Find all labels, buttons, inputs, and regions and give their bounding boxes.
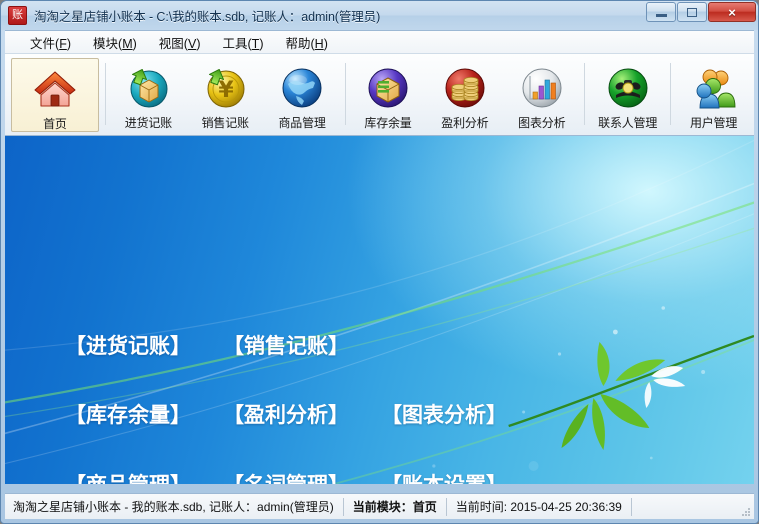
menu-mnemonic-file: F: [59, 36, 67, 51]
toolbar-label-users: 用户管理: [689, 116, 738, 130]
home-link-profit[interactable]: 【盈利分析】: [223, 399, 349, 429]
app-ledger-icon: 账: [8, 6, 27, 25]
status-current-time: 当前时间: 2015-04-25 20:36:39: [447, 497, 632, 516]
menu-item-module[interactable]: 模块(M): [82, 31, 148, 54]
menu-label-file: 文件: [30, 36, 56, 51]
toolbar-button-purchase[interactable]: 进货记账: [110, 57, 187, 135]
bar-chart-icon: [518, 64, 566, 112]
menu-bar: 文件(F) 模块(M) 视图(V) 工具(T) 帮助(H): [5, 30, 754, 54]
toolbar-separator: [104, 63, 106, 125]
menu-mnemonic-help: H: [314, 36, 324, 51]
home-link-settings[interactable]: 【账本设置】: [381, 469, 507, 484]
home-link-grid: 【进货记账】 【销售记账】 【库存余量】 【盈利分析】 【图表分析】 【商品管理…: [5, 136, 754, 484]
toolbar-label-profit: 盈利分析: [441, 116, 489, 130]
menu-item-file[interactable]: 文件(F): [19, 31, 82, 54]
menu-label-tools: 工具: [222, 36, 248, 51]
application-window: 账 淘淘之星店铺小账本 - C:\我的账本.sdb, 记账人：admin(管理员…: [0, 0, 759, 524]
toolbar-button-sales[interactable]: ¥ 销售记账: [187, 57, 264, 135]
maximize-icon: [687, 7, 697, 17]
toolbar-label-inventory: 库存余量: [364, 116, 412, 130]
home-link-inventory[interactable]: 【库存余量】: [65, 399, 191, 429]
window-title: 淘淘之星店铺小账本 - C:\我的账本.sdb, 记账人：admin(管理员): [34, 10, 381, 24]
home-link-purchase[interactable]: 【进货记账】: [65, 330, 191, 360]
resize-grip-icon[interactable]: [739, 505, 751, 517]
menu-item-view[interactable]: 视图(V): [148, 31, 212, 54]
menu-label-view: 视图: [158, 36, 184, 51]
home-content-area: 【进货记账】 【销售记账】 【库存余量】 【盈利分析】 【图表分析】 【商品管理…: [5, 136, 754, 484]
menu-mnemonic-view: V: [187, 36, 197, 51]
home-link-chart[interactable]: 【图表分析】: [381, 399, 507, 429]
toolbar-button-inventory[interactable]: 库存余量: [350, 57, 427, 135]
inventory-box-icon: [364, 64, 412, 112]
house-icon: [31, 65, 79, 113]
svg-text:¥: ¥: [219, 78, 235, 103]
menu-label-help: 帮助: [285, 36, 311, 51]
maximize-button[interactable]: [677, 2, 707, 22]
menu-mnemonic-module: M: [122, 36, 133, 51]
toolbar-button-home[interactable]: 首页: [11, 58, 99, 132]
menu-item-tools[interactable]: 工具(T): [211, 31, 274, 54]
toolbar-label-contacts: 联系人管理: [598, 116, 658, 130]
status-current-module: 当前模块：首页: [344, 497, 447, 516]
close-icon: ×: [728, 4, 736, 20]
toolbar-separator: [670, 63, 672, 125]
menu-item-help[interactable]: 帮助(H): [274, 31, 338, 54]
toolbar-label-home: 首页: [43, 117, 67, 131]
status-file-info: 淘淘之星店铺小账本 - 我的账本.sdb, 记账人：admin(管理员): [5, 497, 344, 516]
home-link-goods[interactable]: 【商品管理】: [65, 469, 191, 484]
purchase-box-arrow-icon: [124, 64, 172, 112]
toolbar-separator: [584, 63, 586, 125]
toolbar: 首页 进货记账 ¥ 销售记账 商品管理 库存余量 盈利分析 图表分析 联系人管理…: [5, 54, 754, 136]
toolbar-button-users[interactable]: 用户管理: [675, 57, 752, 135]
toolbar-button-contacts[interactable]: 联系人管理: [589, 57, 666, 135]
toolbar-button-chart[interactable]: 图表分析: [503, 57, 580, 135]
toolbar-separator: [344, 63, 346, 125]
coin-stack-icon: [441, 64, 489, 112]
home-link-terms[interactable]: 【名词管理】: [223, 469, 349, 484]
toolbar-label-goods: 商品管理: [278, 116, 326, 130]
home-link-sales[interactable]: 【销售记账】: [223, 330, 349, 360]
close-button[interactable]: ×: [708, 2, 756, 22]
yen-coin-arrow-icon: ¥: [201, 64, 249, 112]
menu-label-module: 模块: [93, 36, 119, 51]
globe-icon: [278, 64, 326, 112]
title-bar[interactable]: 账 淘淘之星店铺小账本 - C:\我的账本.sdb, 记账人：admin(管理员…: [1, 1, 758, 30]
toolbar-label-sales: 销售记账: [201, 116, 249, 130]
users-icon: [690, 64, 738, 112]
toolbar-button-profit[interactable]: 盈利分析: [426, 57, 503, 135]
toolbar-button-goods[interactable]: 商品管理: [264, 57, 341, 135]
window-controls: ×: [646, 2, 756, 22]
toolbar-label-purchase: 进货记账: [124, 116, 172, 130]
minimize-icon: [655, 13, 667, 17]
minimize-button[interactable]: [646, 2, 676, 22]
status-bar: 淘淘之星店铺小账本 - 我的账本.sdb, 记账人：admin(管理员) 当前模…: [5, 493, 754, 519]
telephone-icon: [604, 64, 652, 112]
menu-mnemonic-tools: T: [251, 36, 260, 51]
toolbar-label-chart: 图表分析: [518, 116, 566, 130]
